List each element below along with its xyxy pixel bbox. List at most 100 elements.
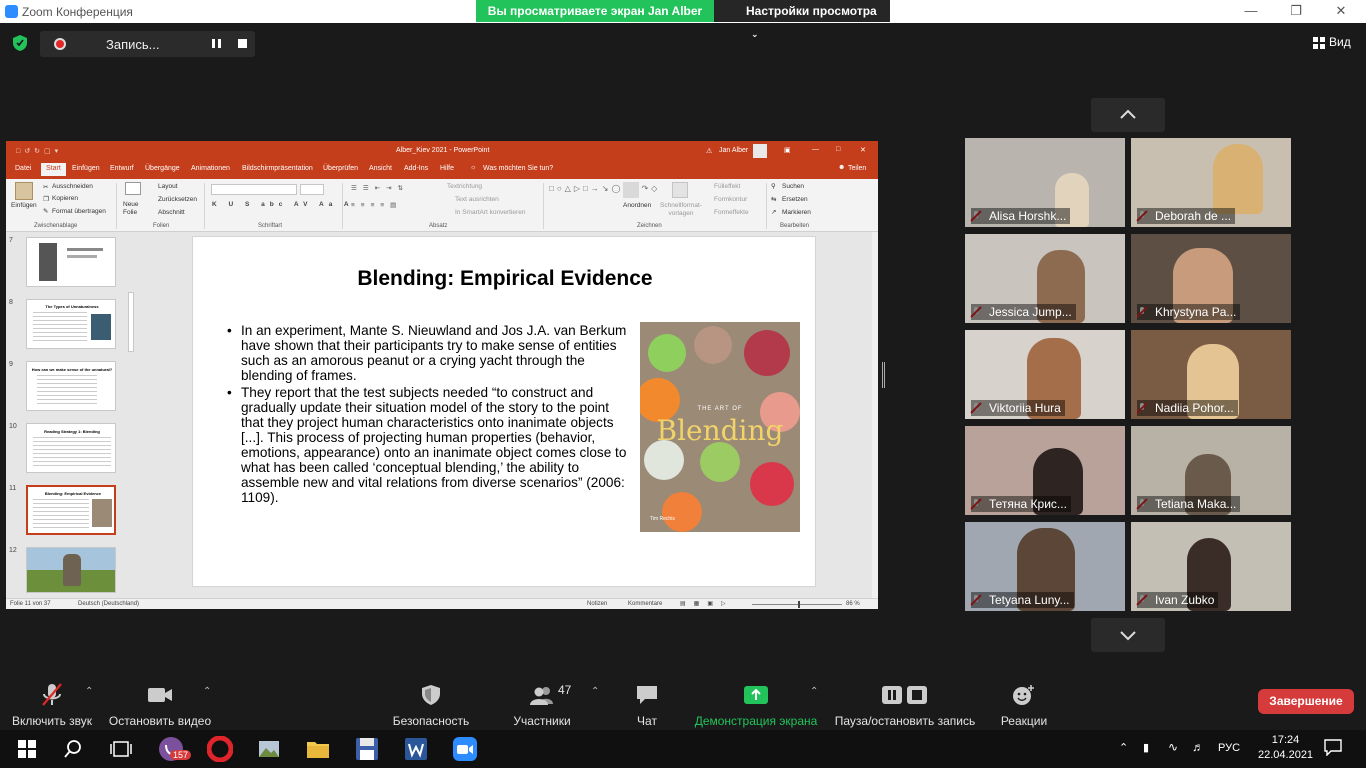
stop-video-button[interactable]: Остановить видео (106, 682, 214, 728)
unmute-button[interactable]: Включить звук (8, 682, 96, 728)
quick-access-icons[interactable]: □↺↻▢▾ (16, 147, 62, 155)
pause-recording-icon[interactable] (211, 38, 222, 49)
participant-tile[interactable]: Tetiana Maka... (1131, 426, 1291, 515)
font-format-icons[interactable]: K U S abc AV Aa A (212, 201, 354, 208)
view-options-dropdown[interactable]: Настройки просмотра ⌄ (714, 0, 890, 39)
participants-options-caret[interactable]: ⌃ (591, 686, 599, 697)
participant-tile[interactable]: Nadiia Pohor... (1131, 330, 1291, 419)
tab-start[interactable]: Start (41, 163, 66, 176)
audio-options-caret[interactable]: ⌃ (85, 686, 93, 697)
participant-tile[interactable]: Deborah de ... (1131, 138, 1291, 227)
system-clock[interactable]: 17:24 22.04.2021 (1258, 733, 1313, 763)
video-options-caret[interactable]: ⌃ (203, 686, 211, 697)
section-button[interactable]: Abschnitt (158, 209, 185, 216)
tab-datei[interactable]: Datei (15, 165, 31, 172)
share-options-caret[interactable]: ⌃ (810, 686, 818, 697)
tab-ansicht[interactable]: Ansicht (369, 165, 392, 172)
word-icon[interactable] (403, 736, 429, 762)
current-slide[interactable]: Blending: Empirical Evidence In an exper… (192, 236, 816, 587)
zoom-level[interactable]: 86 % (846, 601, 860, 607)
panel-splitter-handle[interactable] (882, 362, 885, 388)
photos-icon[interactable] (256, 736, 282, 762)
replace-button[interactable]: Ersetzen (782, 196, 808, 203)
input-language[interactable]: РУС (1218, 742, 1240, 754)
cut-button[interactable]: Ausschneiden (52, 183, 93, 190)
encryption-shield-icon[interactable] (12, 34, 28, 52)
find-button[interactable]: Suchen (782, 183, 804, 190)
reactions-button[interactable]: Реакции (996, 682, 1052, 728)
font-size-input[interactable] (300, 184, 324, 195)
opera-icon[interactable] (207, 736, 233, 762)
ppt-close-icon[interactable]: ✕ (860, 146, 866, 154)
quick-styles-button[interactable]: Schnellformat-vorlagen (656, 202, 706, 218)
participant-tile[interactable]: Jessica Jump... (965, 234, 1125, 323)
minimize-icon[interactable]: — (1242, 3, 1260, 19)
notification-icon[interactable] (1324, 738, 1342, 756)
volume-icon[interactable]: ♬ (1192, 740, 1204, 754)
tab-entwurf[interactable]: Entwurf (110, 165, 134, 172)
share-screen-button[interactable]: Демонстрация экрана (692, 682, 820, 728)
save-disk-icon[interactable] (354, 736, 380, 762)
font-family-input[interactable] (211, 184, 297, 195)
pause-stop-recording-button[interactable]: Пауза/остановить запись (832, 682, 978, 728)
gallery-page-up-button[interactable] (1091, 98, 1165, 132)
tab-ueberpruefen[interactable]: Überprüfen (323, 165, 358, 172)
share-button[interactable]: Teilen (848, 165, 866, 172)
stop-recording-icon[interactable] (238, 39, 247, 48)
task-view-icon[interactable] (108, 736, 134, 762)
security-button[interactable]: Безопасность (386, 682, 476, 728)
align-icons[interactable]: ≡≡≡≡▤ (351, 201, 402, 209)
maximize-icon[interactable]: ❐ (1287, 3, 1305, 19)
language-status[interactable]: Deutsch (Deutschland) (78, 601, 139, 607)
slide-scrollbar[interactable] (872, 232, 878, 598)
ppt-minimize-icon[interactable]: — (812, 146, 819, 153)
wifi-icon[interactable]: ∿ (1168, 740, 1178, 754)
shape-fill-button[interactable]: Fülleffekt (714, 183, 740, 190)
smartart-button[interactable]: In SmartArt konvertieren (455, 209, 525, 216)
tab-uebergaenge[interactable]: Übergänge (145, 165, 180, 172)
tab-animationen[interactable]: Animationen (191, 165, 230, 172)
tray-overflow-icon[interactable]: ⌃ (1119, 741, 1128, 754)
participant-tile[interactable]: Ivan Zubko (1131, 522, 1291, 611)
slide-thumbnail-8[interactable]: The Types of Unnaturalness (26, 299, 116, 349)
new-slide-icon[interactable] (125, 182, 141, 195)
copy-button[interactable]: Kopieren (52, 195, 78, 202)
shape-effects-button[interactable]: Formeffekte (714, 209, 749, 216)
layout-button[interactable]: Layout (158, 183, 178, 190)
slide-thumbnail-11-selected[interactable]: Blending: Empirical Evidence (26, 485, 116, 535)
paste-button[interactable]: Einfügen (11, 202, 37, 209)
list-icons[interactable]: ☰☰⇤⇥⇅ (351, 184, 409, 192)
close-icon[interactable]: ✕ (1332, 3, 1350, 19)
reset-button[interactable]: Zurücksetzen (158, 196, 197, 203)
slide-thumbnail-12[interactable] (26, 547, 116, 593)
tab-einfuegen[interactable]: Einfügen (72, 165, 100, 172)
view-mode-icons[interactable]: ▤▦▣▷ (680, 600, 734, 607)
arrange-icon[interactable] (623, 182, 639, 198)
format-painter-button[interactable]: Format übertragen (52, 208, 106, 215)
shapes-gallery[interactable]: □○△▷□→↘◯☆□↷◇ (549, 183, 657, 217)
gallery-page-down-button[interactable] (1091, 618, 1165, 652)
quick-styles-icon[interactable] (672, 182, 688, 198)
participant-tile[interactable]: Viktoriia Hura (965, 330, 1125, 419)
new-slide-button[interactable]: Neue Folie (123, 201, 147, 217)
select-button[interactable]: Markieren (782, 209, 811, 216)
end-meeting-button[interactable]: Завершение (1258, 689, 1354, 714)
thumbnail-scrollbar[interactable] (128, 292, 134, 352)
view-button[interactable]: Вид (1313, 35, 1351, 49)
search-icon[interactable] (60, 736, 86, 762)
shape-outline-button[interactable]: Formkontur (714, 196, 747, 203)
slide-thumbnail-7[interactable] (26, 237, 116, 287)
participant-tile[interactable]: Alisa Horshk... (965, 138, 1125, 227)
tab-hilfe[interactable]: Hilfe (440, 165, 454, 172)
tell-me-search[interactable]: Was möchten Sie tun? (483, 165, 553, 172)
slide-thumbnail-10[interactable]: Reading Strategy 1: Blending (26, 423, 116, 473)
zoom-app-icon[interactable] (452, 736, 478, 762)
arrange-button[interactable]: Anordnen (623, 202, 651, 209)
battery-icon[interactable]: ▮ (1143, 741, 1149, 754)
paste-icon[interactable] (15, 182, 33, 200)
slide-thumbnail-9[interactable]: How can we make sense of the unnatural? (26, 361, 116, 411)
windows-start-icon[interactable] (14, 736, 40, 762)
participant-tile[interactable]: Тетяна Крис... (965, 426, 1125, 515)
chat-button[interactable]: Чат (627, 682, 667, 728)
notes-button[interactable]: Notizen (587, 601, 607, 607)
